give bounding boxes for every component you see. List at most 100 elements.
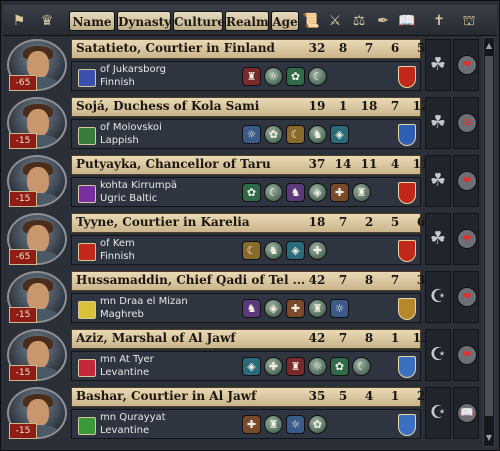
realm-shield-icon[interactable] xyxy=(398,124,416,146)
intrigue-icon[interactable]: ✒ xyxy=(373,13,393,29)
character-name-bar[interactable]: Sojá, Duchess of Kola Sami 191187126 xyxy=(71,97,451,117)
character-row[interactable]: -65 Satatieto, Courtier in Finland 32 8 7 6… xyxy=(5,37,481,93)
realm-shield-icon[interactable] xyxy=(398,240,416,262)
realm-shield-icon[interactable] xyxy=(398,66,416,88)
character-row[interactable]: -65 Tyyne, Courtier in Karelia 1872568 o… xyxy=(5,211,481,267)
trait-icon[interactable]: ◈ xyxy=(308,183,327,202)
stewardship-icon[interactable]: ⚖ xyxy=(349,13,369,29)
character-name-bar[interactable]: Aziz, Marshal of Al Jawf 42781134 xyxy=(71,329,451,349)
character-row[interactable]: -15 Putyayka, Chancellor of Taru 37 14 11 4… xyxy=(5,153,481,209)
character-row[interactable]: -15 Bashar, Courtier in Al Jawf 3554127 … xyxy=(5,385,481,441)
character-row[interactable]: -15 Hussamaddin, Chief Qadi of Tel ... 4… xyxy=(5,269,481,325)
crescent-icon[interactable]: ☪ xyxy=(425,271,451,323)
trait-icon[interactable]: ♞ xyxy=(308,125,327,144)
trait-icon[interactable]: ◈ xyxy=(242,357,261,376)
learning-icon[interactable]: 📖 xyxy=(397,13,417,29)
diplomacy-action[interactable]: ✉ xyxy=(453,97,479,149)
banner-icon[interactable]: ⚑ xyxy=(9,13,29,29)
trait-icon[interactable]: ☾ xyxy=(308,67,327,86)
trait-icon[interactable]: ♜ xyxy=(264,415,283,434)
realm-shield-icon[interactable] xyxy=(398,414,416,436)
religion-icon[interactable]: ✝ xyxy=(429,13,449,29)
trait-icon[interactable]: ♜ xyxy=(352,183,371,202)
sort-age-button[interactable]: Age xyxy=(271,11,299,31)
triskelion-icon[interactable]: ☘ xyxy=(425,39,451,91)
character-name[interactable]: Bashar, Courtier in Al Jawf xyxy=(76,389,256,403)
trait-icon[interactable]: ☾ xyxy=(352,357,371,376)
heart-icon[interactable]: ❤ xyxy=(457,287,477,307)
realm-shield-icon[interactable] xyxy=(398,356,416,378)
trait-icon[interactable]: ♞ xyxy=(286,183,305,202)
trait-icon[interactable]: ♜ xyxy=(286,357,305,376)
character-name[interactable]: Putyayka, Chancellor of Taru xyxy=(76,157,271,171)
character-name[interactable]: Hussamaddin, Chief Qadi of Tel ... xyxy=(76,273,305,287)
dynasty-coat-of-arms-icon[interactable] xyxy=(78,127,96,145)
trait-icon[interactable]: ✚ xyxy=(330,183,349,202)
trait-icon[interactable]: ✿ xyxy=(286,67,305,86)
trait-icon[interactable]: ♜ xyxy=(242,67,261,86)
diplomacy-action[interactable]: ❤ xyxy=(453,271,479,323)
trait-icon[interactable]: ☼ xyxy=(330,299,349,318)
letter-icon[interactable]: ✉ xyxy=(457,113,477,133)
diplomacy-action[interactable]: ❤ xyxy=(453,329,479,381)
scrollbar[interactable]: ▲ ▼ xyxy=(483,37,495,447)
dynasty-coat-of-arms-icon[interactable] xyxy=(78,185,96,203)
crescent-icon[interactable]: ☪ xyxy=(425,387,451,439)
book-icon[interactable]: 📖 xyxy=(457,403,477,423)
holdings-icon[interactable]: ⛫ xyxy=(459,13,479,29)
trait-icon[interactable]: ☾ xyxy=(286,125,305,144)
crescent-icon[interactable]: ☪ xyxy=(425,329,451,381)
character-name[interactable]: Satatieto, Courtier in Finland xyxy=(76,41,275,55)
sort-culture-button[interactable]: Culture xyxy=(173,11,225,31)
dynasty-coat-of-arms-icon[interactable] xyxy=(78,243,96,261)
dynasty-coat-of-arms-icon[interactable] xyxy=(78,301,96,319)
trait-icon[interactable]: ✚ xyxy=(286,299,305,318)
dynasty-coat-of-arms-icon[interactable] xyxy=(78,417,96,435)
trait-icon[interactable]: ✚ xyxy=(264,357,283,376)
diplomacy-action[interactable]: ❤ xyxy=(453,213,479,265)
triskelion-icon[interactable]: ☘ xyxy=(425,213,451,265)
heart-icon[interactable]: ❤ xyxy=(457,171,477,191)
trait-icon[interactable]: ✚ xyxy=(242,415,261,434)
trait-icon[interactable]: ◈ xyxy=(264,299,283,318)
sort-dynasty-button[interactable]: Dynasty xyxy=(117,11,171,31)
trait-icon[interactable]: ☼ xyxy=(286,415,305,434)
character-name-bar[interactable]: Bashar, Courtier in Al Jawf 3554127 xyxy=(71,387,451,407)
character-name-bar[interactable]: Putyayka, Chancellor of Taru 3714114116 xyxy=(71,155,451,175)
trait-icon[interactable]: ☾ xyxy=(264,183,283,202)
realm-shield-icon[interactable] xyxy=(398,182,416,204)
trait-icon[interactable]: ♞ xyxy=(264,241,283,260)
character-row[interactable]: -15 Sojá, Duchess of Kola Sami 191187126… xyxy=(5,95,481,151)
trait-icon[interactable]: ✿ xyxy=(242,183,261,202)
trait-icon[interactable]: ☾ xyxy=(242,241,261,260)
diplomacy-action[interactable]: ❤ xyxy=(453,39,479,91)
scrollbar-thumb[interactable] xyxy=(485,56,493,416)
character-name-bar[interactable]: Satatieto, Courtier in Finland 3287654 xyxy=(71,39,451,59)
character-name[interactable]: Tyyne, Courtier in Karelia xyxy=(76,215,250,229)
trait-icon[interactable]: ☼ xyxy=(242,125,261,144)
heart-icon[interactable]: ❤ xyxy=(457,55,477,75)
realm-shield-icon[interactable] xyxy=(398,298,416,320)
trait-icon[interactable]: ✿ xyxy=(264,125,283,144)
character-name[interactable]: Aziz, Marshal of Al Jawf xyxy=(76,331,236,345)
diplomacy-action[interactable]: ❤ xyxy=(453,155,479,207)
heart-icon[interactable]: ❤ xyxy=(457,345,477,365)
scroll-down-icon[interactable]: ▼ xyxy=(484,432,494,444)
trait-icon[interactable]: ✿ xyxy=(330,357,349,376)
triskelion-icon[interactable]: ☘ xyxy=(425,97,451,149)
trait-icon[interactable]: ◈ xyxy=(330,125,349,144)
trait-icon[interactable]: ◈ xyxy=(286,241,305,260)
character-name-bar[interactable]: Tyyne, Courtier in Karelia 1872568 xyxy=(71,213,451,233)
martial-icon[interactable]: ⚔ xyxy=(325,13,345,29)
character-row[interactable]: -15 Aziz, Marshal of Al Jawf 42781134 mn… xyxy=(5,327,481,383)
trait-icon[interactable]: ♜ xyxy=(308,299,327,318)
diplomacy-icon[interactable]: 📜 xyxy=(301,13,321,29)
character-name[interactable]: Sojá, Duchess of Kola Sami xyxy=(76,99,259,113)
dynasty-coat-of-arms-icon[interactable] xyxy=(78,359,96,377)
character-name-bar[interactable]: Hussamaddin, Chief Qadi of Tel ... 42 7 8 7… xyxy=(71,271,451,291)
diplomacy-action[interactable]: 📖 xyxy=(453,387,479,439)
crown-icon[interactable]: ♛ xyxy=(37,13,57,29)
triskelion-icon[interactable]: ☘ xyxy=(425,155,451,207)
trait-icon[interactable]: ✚ xyxy=(308,241,327,260)
sort-realm-button[interactable]: Realm xyxy=(225,11,269,31)
